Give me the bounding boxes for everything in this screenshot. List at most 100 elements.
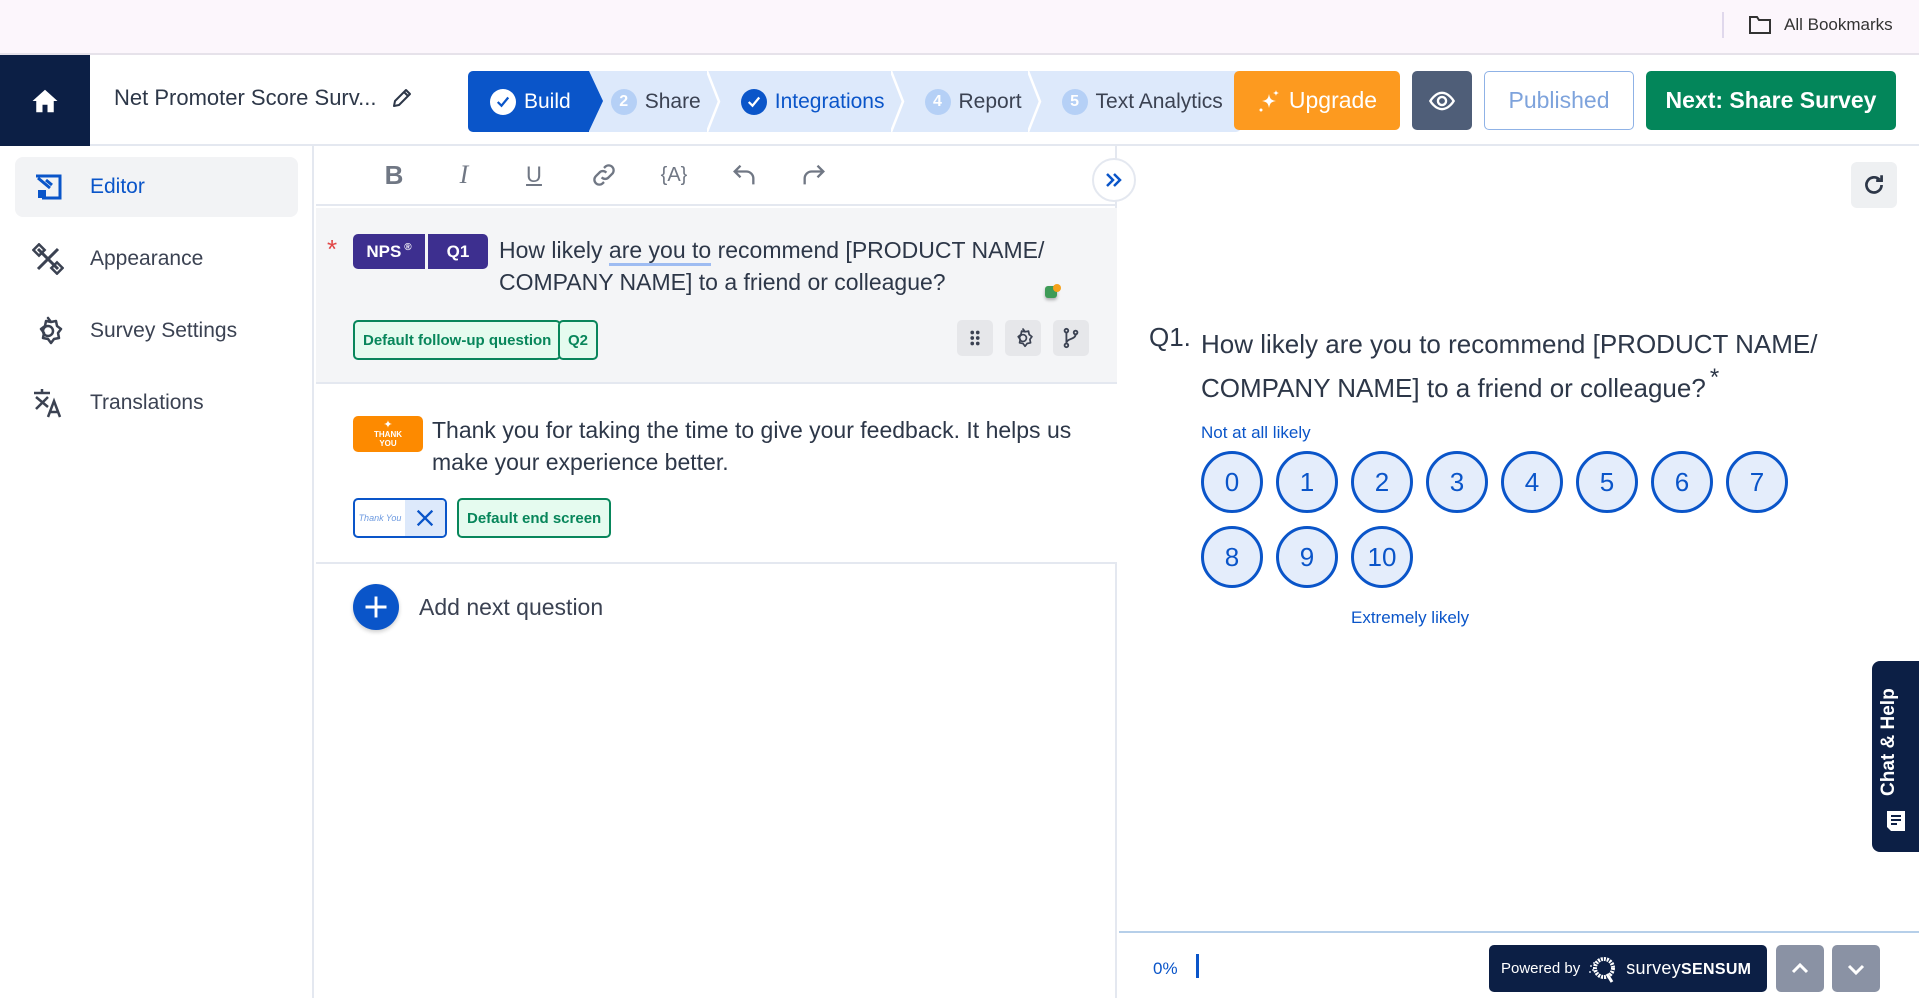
powered-by-badge[interactable]: Powered by surveySENSUM (1489, 945, 1767, 992)
remove-media-button[interactable] (405, 500, 445, 536)
followup-question-tag[interactable]: Default follow-up question (353, 320, 562, 360)
undo-icon (733, 164, 755, 185)
drag-handle[interactable] (957, 320, 993, 356)
step-text-analytics[interactable]: 5 Text Analytics (1040, 71, 1241, 132)
drag-dots-icon (970, 330, 980, 346)
nps-option-3[interactable]: 3 (1426, 451, 1488, 513)
spellcheck-underlined-text: are you to (608, 237, 712, 266)
question-number-badge: Q1 (428, 234, 488, 269)
nps-option-8[interactable]: 8 (1201, 526, 1263, 588)
redo-icon (803, 164, 825, 185)
sidebar-item-translations[interactable]: Translations (15, 373, 298, 433)
step-number: 5 (1061, 88, 1088, 115)
chat-help-label: Chat & Help (1878, 688, 1899, 796)
all-bookmarks-label: All Bookmarks (1784, 15, 1893, 34)
followup-target-tag[interactable]: Q2 (558, 320, 599, 360)
question-text-part: How likely (499, 237, 609, 263)
step-number: 4 (924, 88, 951, 115)
plus-icon (353, 584, 399, 630)
nps-option-1[interactable]: 1 (1276, 451, 1338, 513)
step-report[interactable]: 4 Report (903, 71, 1041, 132)
preview-button[interactable] (1412, 71, 1472, 130)
bookmarks-bar: All Bookmarks (0, 0, 1919, 55)
question-settings-button[interactable] (1005, 320, 1041, 356)
chevron-down-icon (1847, 964, 1865, 975)
step-number: 2 (610, 88, 637, 115)
surveysensum-logo-icon (1589, 956, 1616, 983)
thank-you-text[interactable]: Thank you for taking the time to give yo… (432, 414, 1092, 478)
surveysensum-wordmark: surveySENSUM (1626, 958, 1751, 979)
chat-help-button[interactable]: Chat & Help (1872, 661, 1919, 852)
registered-mark: ® (404, 242, 412, 253)
branching-logic-button[interactable] (1053, 320, 1089, 356)
upgrade-label: Upgrade (1288, 87, 1378, 113)
upgrade-button[interactable]: Upgrade (1234, 71, 1400, 130)
progress-percentage: 0% (1153, 959, 1178, 978)
nps-option-5[interactable]: 5 (1576, 451, 1638, 513)
step-label: Build (524, 89, 571, 113)
nps-option-7[interactable]: 7 (1726, 451, 1788, 513)
app-header: Net Promoter Score Surv... Build 2 Share… (0, 55, 1919, 146)
badge-text: THANK (374, 430, 402, 439)
link-button[interactable] (584, 155, 624, 195)
next-share-survey-button[interactable]: Next: Share Survey (1646, 71, 1896, 130)
underline-button[interactable]: U (514, 155, 554, 195)
sidebar-item-label: Appearance (90, 247, 204, 270)
formatting-toolbar: B I U {A} (316, 146, 1117, 206)
redo-button[interactable] (794, 155, 834, 195)
published-button[interactable]: Published (1484, 71, 1634, 130)
question-card-q1[interactable]: * NPS ® Q1 How likely are you to recommen… (316, 208, 1117, 384)
media-thumbnail[interactable]: Thank You (355, 500, 405, 536)
preview-question-text-body: How likely are you to recommend [PRODUCT… (1201, 329, 1818, 403)
undo-button[interactable] (724, 155, 764, 195)
step-label: Text Analytics (1095, 89, 1223, 113)
preview-question-number: Q1. (1149, 322, 1191, 352)
sidebar-item-label: Survey Settings (90, 319, 238, 342)
editor-panel: B I U {A} * NPS ® Q1 How likely are you t… (316, 146, 1136, 998)
collapse-preview-button[interactable] (1092, 158, 1136, 202)
step-integrations[interactable]: Integrations (719, 71, 904, 132)
end-screen-tag[interactable]: Default end screen (457, 498, 612, 538)
sidebar-item-survey-settings[interactable]: Survey Settings (15, 301, 298, 361)
question-type-badge: NPS ® (353, 234, 425, 269)
sidebar-item-editor[interactable]: Editor (15, 157, 298, 217)
progress-bar-fill (1196, 954, 1199, 978)
check-circle-icon (740, 88, 767, 115)
survey-preview: Q1. How likely are you to recommend [PRO… (1119, 146, 1919, 998)
nps-option-4[interactable]: 4 (1501, 451, 1563, 513)
nps-option-0[interactable]: 0 (1201, 451, 1263, 513)
thank-you-badge: ✦ THANK YOU (353, 416, 423, 452)
pencil-icon[interactable] (390, 86, 414, 110)
step-label: Share (644, 89, 701, 113)
italic-button[interactable]: I (444, 155, 484, 195)
nps-option-2[interactable]: 2 (1351, 451, 1413, 513)
italic-icon: I (459, 160, 469, 189)
variable-button[interactable]: {A} (654, 155, 694, 195)
home-icon (32, 89, 58, 112)
status-indicator (1045, 284, 1061, 298)
nps-option-10[interactable]: 10 (1351, 526, 1413, 588)
previous-question-button[interactable] (1776, 945, 1824, 992)
underline-icon: U (526, 162, 542, 187)
thank-you-card[interactable]: ✦ THANK YOU Thank you for taking the tim… (316, 384, 1117, 564)
thank-you-badge-icon: ✦ (383, 419, 393, 431)
translate-icon (34, 389, 62, 418)
question-text[interactable]: How likely are you to recommend [PRODUCT… (499, 234, 1089, 298)
step-share[interactable]: 2 Share (589, 71, 721, 132)
bookmarks-separator (1722, 12, 1724, 38)
add-next-question-button[interactable]: Add next question (353, 584, 603, 630)
all-bookmarks-button[interactable]: All Bookmarks (1748, 12, 1893, 38)
gear-icon (39, 316, 63, 345)
nps-option-9[interactable]: 9 (1276, 526, 1338, 588)
bold-button[interactable]: B (374, 155, 414, 195)
step-label: Integrations (774, 89, 885, 113)
sidebar-item-appearance[interactable]: Appearance (15, 229, 298, 289)
check-circle-icon (490, 88, 516, 115)
nps-option-6[interactable]: 6 (1651, 451, 1713, 513)
next-question-button[interactable] (1832, 945, 1880, 992)
step-build[interactable]: Build (468, 71, 603, 132)
home-button[interactable] (0, 55, 90, 146)
refresh-preview-button[interactable] (1851, 162, 1897, 208)
question-actions (957, 320, 1089, 356)
required-indicator: * (327, 234, 338, 264)
